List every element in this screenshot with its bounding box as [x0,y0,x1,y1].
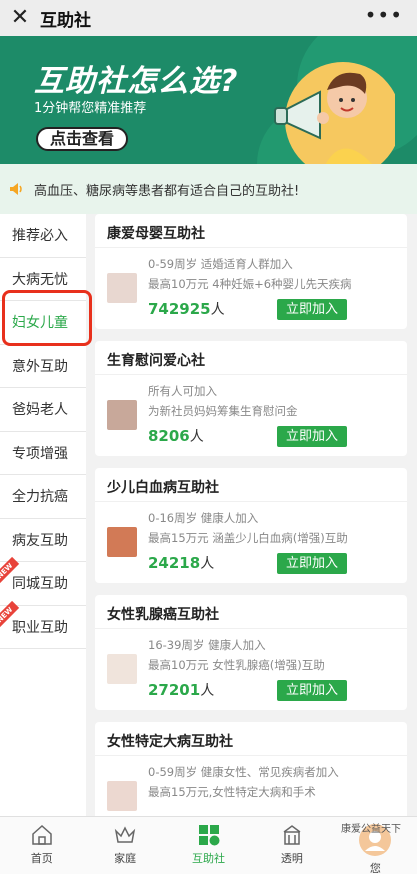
join-button[interactable]: 立即加入 [277,299,347,320]
man-megaphone-illustration [274,62,395,164]
sidebar-item-label: 爸妈老人 [12,402,68,419]
nav-transparent[interactable]: 透明 [250,817,333,874]
plan-coverage: 最高10万元 4种妊娠+6种婴儿先天疾病 [148,277,352,291]
member-count-value: 742925 [148,300,211,318]
plan-coverage: 最高10万元 女性乳腺癌(增强)互助 [148,658,325,672]
join-button[interactable]: 立即加入 [277,553,347,574]
sidebar-item-label: 病友互助 [12,532,68,549]
plan-name: 女性乳腺癌互助社 [107,607,219,623]
sidebar-item-label: 推荐必入 [12,228,68,245]
plan-coverage: 最高15万元 涵盖少儿白血病(增强)互助 [148,531,348,545]
divider [95,628,407,629]
plan-thumbnail [107,781,137,811]
close-icon[interactable]: ✕ [0,0,40,36]
join-button[interactable]: 立即加入 [277,426,347,447]
plan-coverage: 为新社员妈妈筹集生育慰问金 [148,404,298,418]
plan-thumbnail [107,400,137,430]
member-count: 8206人 [148,426,204,446]
plan-thumbnail [107,527,137,557]
member-count-unit: 人 [200,556,215,572]
plan-card[interactable]: 女性特定大病互助社 0-59周岁 健康女性、常见疾病者加入 最高15万元,女性特… [95,722,407,816]
sidebar-item-elderly[interactable]: 爸妈老人 [0,388,86,432]
nav-label: 首页 [30,852,53,865]
view-button[interactable]: 点击查看 [36,127,129,151]
plan-coverage: 最高15万元,女性特定大病和手术 [148,785,316,799]
plan-card[interactable]: 康爱母婴互助社 0-59周岁 适婚适育人群加入 最高10万元 4种妊娠+6种婴儿… [95,214,407,329]
nav-label: 透明 [280,852,303,865]
plan-list: 康爱母婴互助社 0-59周岁 适婚适育人群加入 最高10万元 4种妊娠+6种婴儿… [95,214,407,816]
member-count-value: 8206 [148,427,190,445]
nav-mutual-aid[interactable]: 互助社 [167,817,250,874]
plan-card[interactable]: 生育慰问爱心社 所有人可加入 为新社员妈妈筹集生育慰问金 8206人 立即加入 [95,341,407,456]
plan-eligibility: 0-59周岁 适婚适育人群加入 [148,257,293,271]
nav-home[interactable]: 首页 [0,817,83,874]
sidebar-item-label: 职业互助 [12,619,68,636]
sidebar-item-recommended[interactable]: 推荐必入 [0,214,86,258]
plan-name: 女性特定大病互助社 [107,734,233,750]
join-button[interactable]: 立即加入 [277,680,347,701]
sidebar-item-occupation[interactable]: NEW 职业互助 [0,600,86,649]
sidebar-item-accident[interactable]: 意外互助 [0,345,86,388]
banner-subtitle: 1分钟帮您精准推荐 [34,101,147,116]
title-bar: ✕ 互助社 ••• [0,0,417,36]
selection-highlight-box [2,290,92,346]
sidebar-item-patients[interactable]: 病友互助 [0,519,86,562]
member-count: 742925人 [148,299,225,319]
sidebar-item-same-city[interactable]: NEW 同城互助 [0,556,86,606]
plan-name: 康爱母婴互助社 [107,226,205,242]
member-count: 27201人 [148,680,214,700]
divider [95,247,407,248]
member-count: 24218人 [148,553,214,573]
plan-eligibility: 16-39周岁 健康人加入 [148,638,266,652]
nav-label: 您 [369,862,381,874]
notice-bar[interactable]: 高血压、糖尿病等患者都有适合自己的互助社! [0,164,417,214]
speaker-icon [10,183,22,195]
watermark-text: 康爱公益天下 [341,824,401,835]
plan-name: 生育慰问爱心社 [107,353,205,369]
plan-name: 少儿白血病互助社 [107,480,219,496]
promo-banner[interactable]: 互助社怎么选? 1分钟帮您精准推荐 点击查看 [0,36,417,164]
nav-family[interactable]: 家庭 [83,817,166,874]
crown-icon [114,826,136,843]
sidebar-item-special[interactable]: 专项增强 [0,432,86,475]
sidebar-item-label: 同城互助 [12,576,68,593]
sidebar-item-label: 意外互助 [12,358,68,375]
page-title: 互助社 [40,10,91,31]
nav-label: 家庭 [114,852,137,865]
divider [95,501,407,502]
plan-card[interactable]: 少儿白血病互助社 0-16周岁 健康人加入 最高15万元 涵盖少儿白血病(增强)… [95,468,407,583]
divider [95,755,407,756]
member-count-unit: 人 [210,302,225,318]
member-count-unit: 人 [189,429,204,445]
sidebar-item-label: 专项增强 [12,445,68,462]
plan-eligibility: 0-59周岁 健康女性、常见疾病者加入 [148,765,339,779]
notice-text: 高血压、糖尿病等患者都有适合自己的互助社! [34,183,300,199]
sidebar-item-anti-cancer[interactable]: 全力抗癌 [0,475,86,519]
building-icon [283,825,301,845]
divider [95,374,407,375]
plan-card[interactable]: 女性乳腺癌互助社 16-39周岁 健康人加入 最高10万元 女性乳腺癌(增强)互… [95,595,407,710]
member-count-value: 24218 [148,554,201,572]
plan-eligibility: 所有人可加入 [148,384,217,398]
plan-thumbnail [107,273,137,303]
member-count-value: 27201 [148,681,201,699]
home-icon [31,824,52,845]
sidebar-item-label: 全力抗癌 [12,489,68,506]
plan-eligibility: 0-16周岁 健康人加入 [148,511,259,525]
banner-headline: 互助社怎么选? [34,64,239,99]
plan-thumbnail [107,654,137,684]
grid-icon [198,825,220,846]
more-icon[interactable]: ••• [365,0,403,30]
sidebar-item-label: 大病无忧 [12,271,68,288]
member-count-unit: 人 [200,683,215,699]
nav-label: 互助社 [192,852,226,865]
